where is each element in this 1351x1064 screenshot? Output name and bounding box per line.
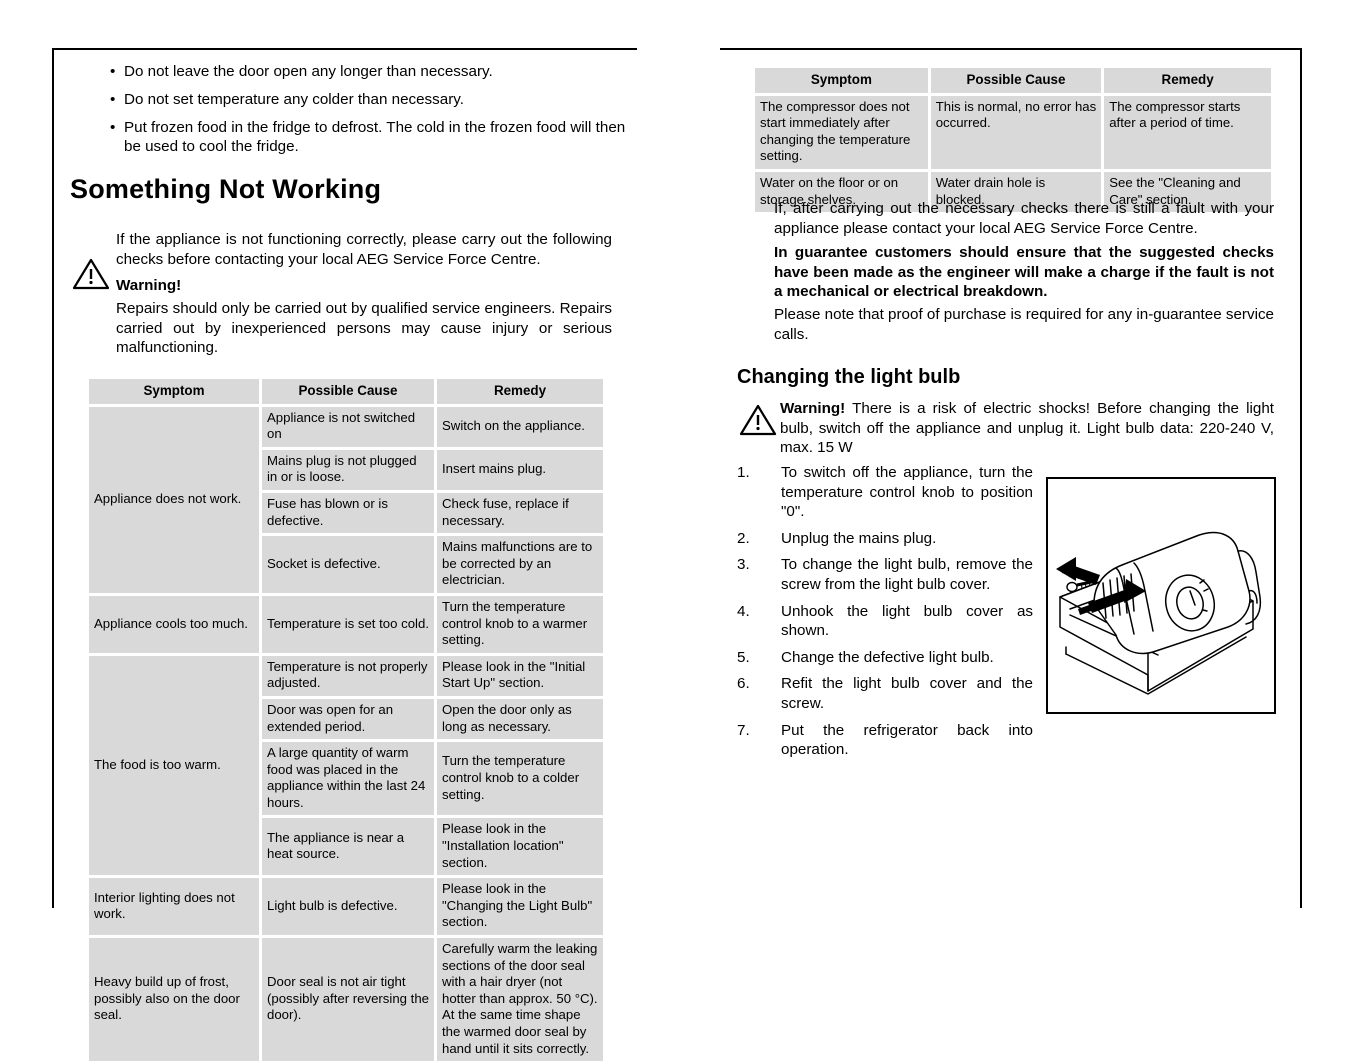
- cell-remedy: The compressor starts after a period of …: [1104, 95, 1271, 169]
- step-number: 3.: [737, 556, 750, 574]
- warning-triangle-icon: [72, 258, 110, 290]
- list-item: • Do not set temperature any colder than…: [110, 90, 630, 109]
- step-text: Refit the light bulb cover and the screw…: [781, 675, 1033, 712]
- intro-paragraph: If the appliance is not functioning corr…: [116, 231, 612, 268]
- column-header-symptom: Symptom: [89, 379, 259, 404]
- cell-remedy: Please look in the "Initial Start Up" se…: [437, 655, 603, 696]
- left-page: • Do not leave the door open any longer …: [0, 0, 676, 1062]
- cell-symptom: Appliance does not work.: [89, 406, 259, 593]
- cell-possible-cause: Fuse has blown or is defective.: [262, 492, 434, 534]
- cell-possible-cause: Socket is defective.: [262, 536, 434, 593]
- page-frame-top-rule: [52, 48, 637, 50]
- table-header-row: Symptom Possible Cause Remedy: [755, 68, 1271, 93]
- guarantee-paragraph: In guarantee customers should ensure tha…: [774, 244, 1274, 301]
- step-text: To switch off the appliance, turn the te…: [781, 464, 1033, 521]
- step-text: To change the light bulb, remove the scr…: [781, 556, 1033, 593]
- page-frame-right-rule: [1300, 48, 1302, 908]
- bullet-dot-icon: •: [110, 63, 116, 80]
- cell-symptom: Appliance cools too much.: [89, 595, 259, 653]
- list-item: 2. Unplug the mains plug.: [737, 529, 1033, 549]
- cell-possible-cause: Temperature is not properly adjusted.: [262, 655, 434, 696]
- list-item: 6. Refit the light bulb cover and the scr…: [737, 674, 1033, 713]
- cell-possible-cause: Mains plug is not plugged in or is loose…: [262, 449, 434, 490]
- list-item: 1. To switch off the appliance, turn the …: [737, 463, 1033, 522]
- page-frame-top-rule: [720, 48, 1302, 50]
- cell-possible-cause: The appliance is near a heat source.: [262, 818, 434, 876]
- bullet-text: Do not set temperature any colder than n…: [124, 91, 464, 108]
- cell-possible-cause: This is normal, no error has occurred.: [930, 95, 1102, 169]
- subsection-title: Changing the light bulb: [737, 366, 961, 388]
- warning-label: Warning!: [116, 277, 182, 294]
- cell-symptom: Heavy build up of frost, possibly also o…: [89, 938, 259, 1062]
- bullet-dot-icon: •: [110, 91, 116, 108]
- step-text: Put the refrigerator back into operation…: [781, 721, 1033, 759]
- cell-possible-cause: Appliance is not switched on: [262, 406, 434, 447]
- bullet-text: Put frozen food in the fridge to defrost…: [124, 119, 626, 155]
- page-frame-left-rule: [52, 48, 54, 908]
- light-bulb-warning: Warning! There is a risk of electric sho…: [780, 399, 1274, 458]
- list-item: • Put frozen food in the fridge to defro…: [110, 118, 630, 156]
- cell-remedy: Check fuse, replace if necessary.: [437, 492, 603, 534]
- cell-remedy: Switch on the appliance.: [437, 406, 603, 447]
- cell-possible-cause: Door was open for an extended period.: [262, 698, 434, 740]
- step-number: 2.: [737, 529, 750, 547]
- bullet-dot-icon: •: [110, 119, 116, 136]
- bullet-text: Do not leave the door open any longer th…: [124, 63, 493, 80]
- column-header-remedy: Remedy: [1104, 68, 1271, 93]
- table-row: The food is too warm. Temperature is not …: [89, 655, 603, 876]
- cell-symptom: Interior lighting does not work.: [89, 878, 259, 936]
- cell-remedy: Open the door only as long as necessary.: [437, 698, 603, 740]
- column-header-possible-cause: Possible Cause: [930, 68, 1102, 93]
- cell-symptom: The compressor does not start immediatel…: [755, 95, 928, 169]
- table-row: Interior lighting does not work. Light bu…: [89, 878, 603, 936]
- cell-remedy: Mains malfunctions are to be corrected b…: [437, 536, 603, 593]
- step-number: 6.: [737, 675, 750, 693]
- column-header-possible-cause: Possible Cause: [262, 379, 434, 404]
- table-row: Heavy build up of frost, possibly also o…: [89, 938, 603, 1062]
- cell-remedy: Please look in the "Installation locatio…: [437, 818, 603, 876]
- fault-contact-paragraph: If, after carrying out the necessary che…: [774, 200, 1274, 237]
- warning-label: Warning!: [780, 400, 846, 417]
- cell-remedy: Please look in the "Changing the Light B…: [437, 878, 603, 936]
- list-item: • Do not leave the door open any longer …: [110, 62, 630, 81]
- list-item: 5. Change the defective light bulb.: [737, 648, 1033, 668]
- step-number: 5.: [737, 648, 750, 666]
- light-bulb-steps-list: 1. To switch off the appliance, turn the …: [737, 463, 1033, 767]
- table-row: Appliance does not work. Appliance is not…: [89, 406, 603, 593]
- light-bulb-cover-figure: [1046, 477, 1276, 714]
- refrigerator-light-cover-diagram: [1056, 531, 1262, 695]
- column-header-remedy: Remedy: [437, 379, 603, 404]
- step-number: 1.: [737, 464, 750, 481]
- cell-symptom: The food is too warm.: [89, 655, 259, 876]
- step-text: Change the defective light bulb.: [781, 648, 994, 666]
- page-title: Something Not Working: [70, 174, 382, 204]
- table-row: The compressor does not start immediatel…: [755, 95, 1271, 169]
- step-text: Unhook the light bulb cover as shown.: [781, 602, 1033, 640]
- bullet-list: • Do not leave the door open any longer …: [110, 62, 630, 165]
- warning-body: Repairs should only be carried out by qu…: [116, 300, 612, 357]
- troubleshooting-table-left: Symptom Possible Cause Remedy Appliance …: [86, 376, 606, 1064]
- step-text: Unplug the mains plug.: [781, 529, 937, 547]
- troubleshooting-table-right: Symptom Possible Cause Remedy The compre…: [752, 65, 1274, 215]
- step-number: 4.: [737, 602, 750, 620]
- cell-possible-cause: A large quantity of warm food was placed…: [262, 742, 434, 816]
- proof-of-purchase-paragraph: Please note that proof of purchase is re…: [774, 306, 1274, 343]
- cell-possible-cause: Door seal is not air tight (possibly aft…: [262, 938, 434, 1062]
- warning-triangle-icon: [739, 404, 777, 436]
- column-header-symptom: Symptom: [755, 68, 928, 93]
- cell-remedy: Turn the temperature control knob to a w…: [437, 595, 603, 653]
- warning-body: There is a risk of electric shocks! Befo…: [780, 400, 1274, 457]
- cell-possible-cause: Temperature is set too cold.: [262, 595, 434, 653]
- list-item: 7. Put the refrigerator back into operati…: [737, 721, 1033, 760]
- table-row: Appliance cools too much. Temperature is …: [89, 595, 603, 653]
- step-number: 7.: [737, 721, 750, 739]
- cell-possible-cause: Light bulb is defective.: [262, 878, 434, 936]
- table-header-row: Symptom Possible Cause Remedy: [89, 379, 603, 404]
- cell-remedy: Insert mains plug.: [437, 449, 603, 490]
- cell-remedy: Turn the temperature control knob to a c…: [437, 742, 603, 816]
- cell-remedy: Carefully warm the leaking sections of t…: [437, 938, 603, 1062]
- list-item: 3. To change the light bulb, remove the s…: [737, 555, 1033, 594]
- list-item: 4. Unhook the light bulb cover as shown.: [737, 602, 1033, 641]
